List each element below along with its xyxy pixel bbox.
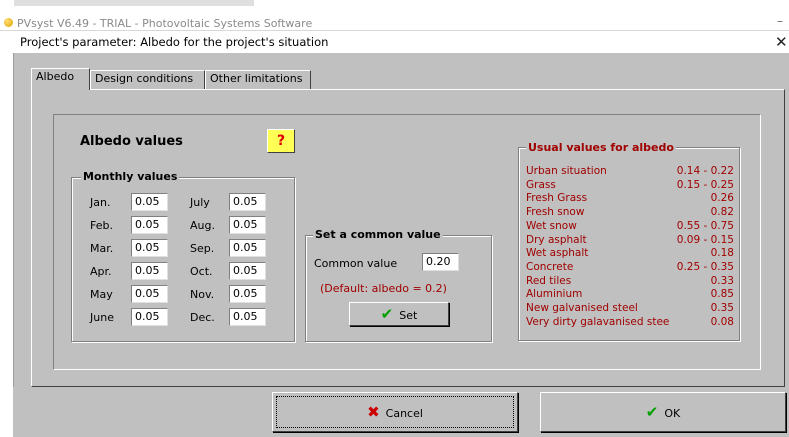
surface-name: Wet snow [526, 219, 577, 232]
month-label: Dec. [190, 311, 215, 324]
surface-name: Fresh snow [526, 206, 585, 219]
surface-name: Aluminium [526, 288, 583, 301]
surface-name: Dry asphalt [526, 233, 587, 246]
surface-albedo-value: 0.33 [710, 274, 734, 287]
month-albedo-input[interactable]: 0.05 [229, 216, 266, 234]
month-label: Nov. [190, 288, 215, 301]
tab-label: Albedo [36, 70, 75, 83]
surface-albedo-value: 0.26 [710, 192, 734, 205]
usual-value-row: New galvanised steel 0.35 [526, 302, 734, 314]
usual-value-row: Grass 0.15 - 0.25 [526, 179, 734, 191]
surface-name: Grass [526, 178, 556, 191]
surface-albedo-value: 0.18 [710, 247, 734, 260]
usual-value-row: Very dirty galavanised stee 0.08 [526, 316, 734, 328]
tab-label: Design conditions [95, 72, 194, 85]
albedo-heading: Albedo values [80, 134, 183, 149]
month-label: Jan. [90, 196, 111, 209]
month-label: June [90, 311, 114, 324]
surface-albedo-value: 0.82 [710, 206, 734, 219]
month-albedo-input[interactable]: 0.05 [229, 239, 266, 257]
surface-name: Wet asphalt [526, 247, 589, 260]
surface-albedo-value: 0.08 [710, 315, 734, 328]
surface-name: Red tiles [526, 274, 572, 287]
month-label: May [90, 288, 113, 301]
ok-check-icon: ✔ [645, 403, 659, 421]
tab-other-limitations[interactable]: Other limitations [205, 70, 311, 89]
month-albedo-input[interactable]: 0.05 [131, 193, 168, 211]
month-label: Feb. [90, 219, 113, 232]
surface-name: Urban situation [526, 165, 607, 177]
help-icon: ? [276, 133, 286, 149]
surface-name: Very dirty galavanised stee [526, 315, 670, 328]
background-window-title: PVsyst V6.49 - TRIAL - Photovoltaic Syst… [17, 17, 313, 30]
usual-value-row: Urban situation 0.14 - 0.22 [526, 165, 734, 177]
check-icon: ✔ [380, 305, 394, 323]
background-titlebar-blur [14, 0, 254, 6]
surface-albedo-value: 0.55 - 0.75 [676, 219, 734, 232]
month-albedo-input[interactable]: 0.05 [229, 262, 266, 280]
month-label: Sep. [190, 242, 215, 255]
usual-value-row: Fresh Grass 0.26 [526, 192, 734, 204]
usual-values-title: Usual values for albedo [526, 141, 676, 154]
common-value-title: Set a common value [313, 228, 443, 241]
close-icon[interactable]: ✕ [775, 33, 788, 51]
monthly-values-title: Monthly values [81, 170, 180, 183]
cancel-button-label: Cancel [385, 407, 423, 420]
usual-value-row: Aluminium 0.85 [526, 288, 734, 300]
cancel-button[interactable]: ✖ Cancel [272, 392, 518, 432]
surface-albedo-value: 0.35 [710, 302, 734, 314]
surface-albedo-value: 0.15 - 0.25 [676, 178, 734, 191]
month-albedo-input[interactable]: 0.05 [131, 308, 168, 326]
minimize-icon[interactable]: – [777, 14, 783, 28]
tab-label: Other limitations [210, 72, 303, 85]
ok-button[interactable]: ✔ OK [540, 392, 786, 432]
usual-value-row: Wet asphalt 0.18 [526, 247, 734, 259]
pvsyst-app-icon [4, 18, 13, 27]
month-albedo-input[interactable]: 0.05 [229, 308, 266, 326]
background-window-titlebar: PVsyst V6.49 - TRIAL - Photovoltaic Syst… [0, 0, 789, 31]
month-albedo-input[interactable]: 0.05 [229, 193, 266, 211]
default-albedo-note: (Default: albedo = 0.2) [320, 282, 447, 295]
common-value-input[interactable]: 0.20 [422, 253, 459, 271]
help-button[interactable]: ? [267, 129, 295, 153]
usual-value-row: Fresh snow 0.82 [526, 206, 734, 218]
cancel-x-icon: ✖ [367, 403, 380, 421]
tab-design-conditions[interactable]: Design conditions [90, 70, 205, 89]
month-albedo-input[interactable]: 0.05 [131, 285, 168, 303]
month-label: July [190, 196, 210, 209]
month-albedo-input[interactable]: 0.05 [131, 239, 168, 257]
usual-value-row: Concrete 0.25 - 0.35 [526, 261, 734, 273]
month-label: Oct. [190, 265, 213, 278]
set-button-label: Set [399, 309, 418, 322]
month-albedo-input[interactable]: 0.05 [131, 216, 168, 234]
surface-name: Concrete [526, 260, 574, 273]
month-albedo-input[interactable]: 0.05 [131, 262, 168, 280]
month-label: Mar. [90, 242, 114, 255]
usual-value-row: Red tiles 0.33 [526, 275, 734, 287]
set-button[interactable]: ✔ Set [349, 302, 449, 326]
common-value-label: Common value [314, 257, 398, 270]
surface-albedo-value: 0.09 - 0.15 [676, 233, 734, 246]
surface-albedo-value: 0.85 [710, 288, 734, 301]
dialog-title: Project's parameter: Albedo for the proj… [20, 35, 329, 49]
surface-name: New galvanised steel [526, 302, 638, 314]
month-label: Aug. [190, 219, 215, 232]
usual-value-row: Wet snow 0.55 - 0.75 [526, 220, 734, 232]
tab-albedo[interactable]: Albedo [31, 68, 90, 90]
surface-albedo-value: 0.25 - 0.35 [676, 260, 734, 273]
dialog-titlebar: Project's parameter: Albedo for the proj… [0, 31, 789, 53]
ok-button-label: OK [664, 407, 681, 420]
month-label: Apr. [90, 265, 112, 278]
month-albedo-input[interactable]: 0.05 [229, 285, 266, 303]
surface-name: Fresh Grass [526, 192, 588, 205]
usual-value-row: Dry asphalt 0.09 - 0.15 [526, 234, 734, 246]
surface-albedo-value: 0.14 - 0.22 [676, 165, 734, 177]
